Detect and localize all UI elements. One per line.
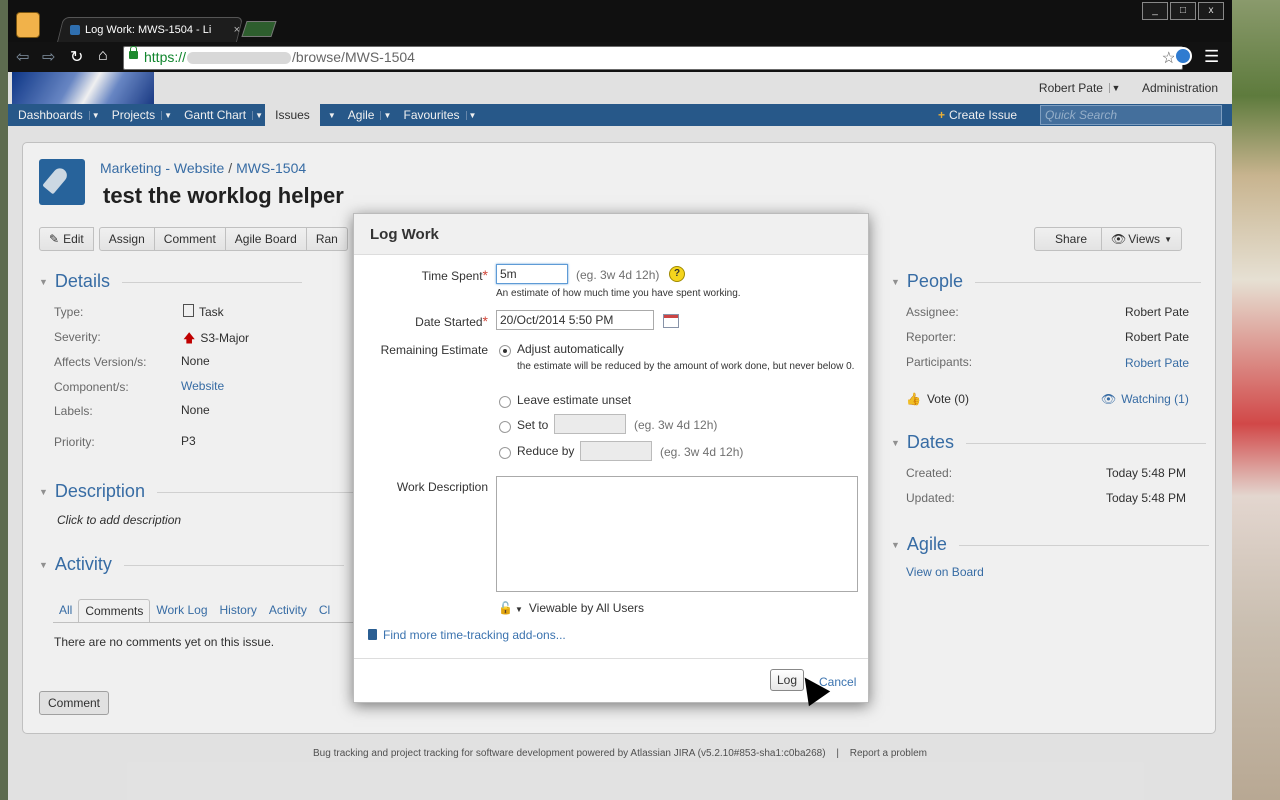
reload-icon[interactable]: ↻ <box>70 47 83 67</box>
browser-tab[interactable]: Log Work: MWS-1504 - Li × <box>70 20 240 40</box>
lock-icon <box>129 46 138 59</box>
dialog-title: Log Work <box>354 214 868 255</box>
marketplace-icon <box>368 629 377 640</box>
calendar-icon[interactable] <box>663 314 679 328</box>
required-icon: * <box>482 267 488 283</box>
home-icon[interactable]: ⌂ <box>98 47 108 65</box>
reduce-by-label[interactable]: Reduce by <box>517 444 574 458</box>
menu-icon[interactable]: ☰ <box>1204 47 1219 67</box>
tab-strip: Log Work: MWS-1504 - Li × _ □ x <box>8 0 1232 43</box>
set-to-input[interactable] <box>554 414 626 434</box>
help-icon[interactable]: ? <box>669 266 685 282</box>
visibility-selector[interactable]: 🔓 ▼ Viewable by All Users <box>498 601 644 615</box>
reduce-by-hint: (eg. 3w 4d 12h) <box>660 445 744 459</box>
chevron-down-icon: ▼ <box>514 605 523 614</box>
radio-adjust-automatically[interactable] <box>499 345 511 357</box>
address-bar[interactable]: https:///browse/MWS-1504 ☆ <box>123 46 1183 70</box>
work-description-textarea[interactable] <box>496 476 858 592</box>
date-started-input[interactable]: 20/Oct/2014 5:50 PM <box>496 310 654 330</box>
radio-reduce-by[interactable] <box>499 447 511 459</box>
adjust-automatically-description: the estimate will be reduced by the amou… <box>517 361 855 372</box>
set-to-label[interactable]: Set to <box>517 418 548 432</box>
timer-extension-icon[interactable] <box>1174 47 1192 65</box>
profile-avatar-icon[interactable] <box>16 12 40 38</box>
work-description-label: Work Description <box>396 480 488 494</box>
radio-leave-unset[interactable] <box>499 396 511 408</box>
forward-arrow-icon[interactable]: ⇨ <box>42 47 55 67</box>
radio-set-to[interactable] <box>499 421 511 433</box>
unlock-icon: 🔓 <box>498 601 513 615</box>
time-spent-description: An estimate of how much time you have sp… <box>496 288 741 299</box>
tab-close-icon[interactable]: × <box>234 24 240 36</box>
find-add-ons-link[interactable]: Find more time-tracking add-ons... <box>368 628 566 642</box>
new-tab-button[interactable] <box>241 21 277 37</box>
set-to-hint: (eg. 3w 4d 12h) <box>634 418 718 432</box>
time-spent-hint: (eg. 3w 4d 12h) <box>576 268 660 282</box>
back-arrow-icon[interactable]: ⇦ <box>16 47 29 67</box>
jira-favicon-icon <box>70 25 80 35</box>
dialog-footer: Log Cancel <box>354 658 868 703</box>
remaining-estimate-label: Remaining Estimate <box>380 343 488 357</box>
leave-unset-label[interactable]: Leave estimate unset <box>517 393 631 407</box>
maximize-button[interactable]: □ <box>1170 2 1196 20</box>
desktop-background <box>1232 0 1280 800</box>
minimize-button[interactable]: _ <box>1142 2 1168 20</box>
window-controls: _ □ x <box>1142 2 1224 20</box>
tab-title: Log Work: MWS-1504 - Li <box>85 24 212 36</box>
log-work-dialog: Log Work Time Spent* 5m (eg. 3w 4d 12h) … <box>353 213 869 703</box>
date-started-label: Date Started* <box>415 313 488 329</box>
reduce-by-input[interactable] <box>580 441 652 461</box>
time-spent-label: Time Spent* <box>421 267 488 283</box>
time-spent-input[interactable]: 5m <box>496 264 568 284</box>
blurred-domain <box>187 52 292 65</box>
close-window-button[interactable]: x <box>1198 2 1224 20</box>
adjust-automatically-label[interactable]: Adjust automatically <box>517 342 624 356</box>
required-icon: * <box>482 313 488 329</box>
url-text: https:///browse/MWS-1504 <box>144 49 415 65</box>
